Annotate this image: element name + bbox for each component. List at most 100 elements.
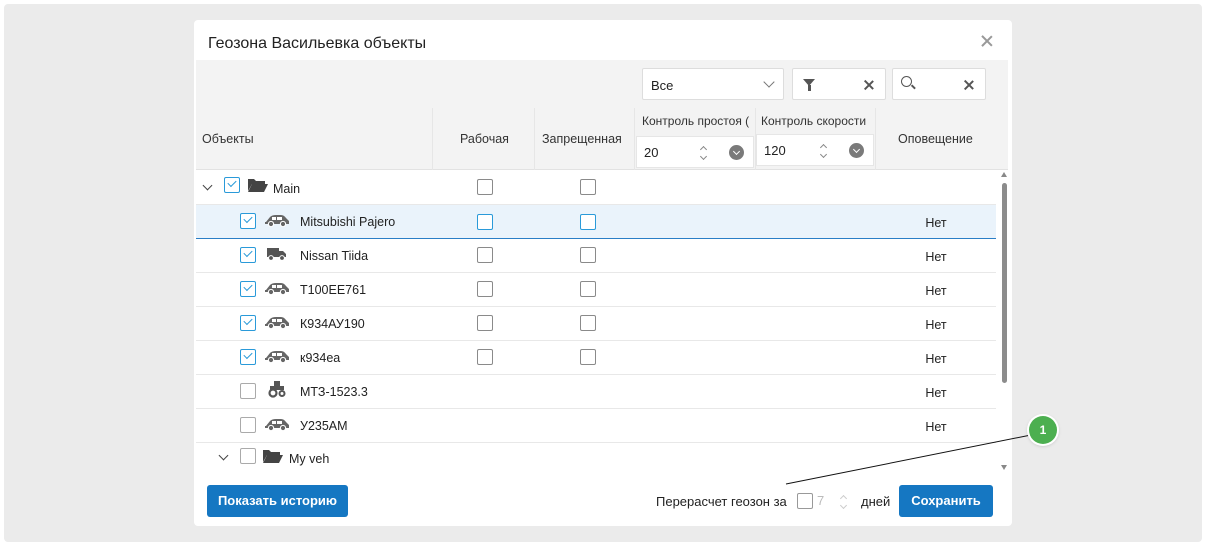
row-name: My veh — [289, 452, 330, 466]
filter-field[interactable] — [792, 68, 886, 100]
table-row[interactable]: Mitsubishi Pajero Нет — [196, 205, 996, 239]
row-name: МТЗ-1523.3 — [300, 385, 368, 399]
row-checkbox[interactable] — [240, 213, 256, 229]
work-checkbox[interactable] — [477, 281, 493, 297]
spin-down-icon[interactable] — [839, 501, 848, 510]
col-notification-header[interactable]: Оповещение — [898, 132, 973, 146]
column-divider — [432, 108, 433, 170]
idle-control-input[interactable]: 20 — [636, 136, 754, 168]
spin-down-icon[interactable] — [699, 152, 708, 161]
car-icon — [265, 283, 289, 296]
notification-value: Нет — [925, 420, 947, 434]
speed-control-value: 120 — [764, 143, 786, 158]
column-divider — [534, 108, 535, 170]
filter-bar: Все — [196, 60, 1008, 108]
col-speed-control-header: Контроль скорости — [761, 114, 867, 128]
car-icon — [265, 215, 289, 228]
row-checkbox[interactable] — [240, 349, 256, 365]
work-checkbox[interactable] — [477, 349, 493, 365]
spin-down-icon[interactable] — [819, 150, 828, 159]
row-checkbox[interactable] — [240, 383, 256, 399]
table-row[interactable]: У235АМ Нет — [196, 409, 996, 443]
table-row[interactable]: My veh — [196, 443, 996, 471]
notification-value: Нет — [925, 352, 947, 366]
dropdown-circle-icon[interactable] — [729, 145, 744, 160]
notification-value: Нет — [925, 318, 947, 332]
forbidden-checkbox[interactable] — [580, 349, 596, 365]
chevron-down-icon[interactable] — [218, 450, 229, 461]
tractor-icon — [268, 381, 286, 398]
scroll-up-icon[interactable] — [1001, 172, 1007, 177]
recalc-days-value: 7 — [817, 493, 825, 508]
col-objects-header[interactable]: Объекты — [202, 132, 254, 146]
car-icon — [265, 317, 289, 330]
search-input[interactable] — [892, 68, 986, 100]
notification-value: Нет — [925, 386, 947, 400]
row-name: К934АУ190 — [300, 317, 365, 331]
idle-control-value: 20 — [644, 145, 659, 160]
row-name: T100EE761 — [300, 283, 367, 297]
geozone-objects-dialog: Геозона Васильевка объекты Все Объекты Р… — [194, 20, 1012, 526]
close-icon[interactable] — [980, 34, 994, 48]
forbidden-checkbox[interactable] — [580, 179, 596, 195]
col-idle-control-header: Контроль простоя ( — [642, 114, 750, 128]
show-history-button[interactable]: Показать историю — [207, 485, 348, 517]
table-header: Объекты Рабочая Запрещенная Контроль про… — [196, 108, 1008, 170]
table-row[interactable]: МТЗ-1523.3 Нет — [196, 375, 996, 409]
forbidden-checkbox[interactable] — [580, 247, 596, 263]
row-checkbox[interactable] — [224, 177, 240, 193]
scroll-down-icon[interactable] — [1001, 465, 1007, 470]
recalc-label: Перерасчет геозон за — [656, 494, 787, 509]
row-checkbox[interactable] — [240, 417, 256, 433]
objects-table-body: Main Mitsubishi Pajero Нет Nissan Tiida … — [196, 171, 996, 471]
table-scrollbar[interactable] — [1000, 171, 1010, 471]
filter-icon — [803, 79, 815, 91]
dropdown-circle-icon[interactable] — [849, 143, 864, 158]
column-divider — [634, 108, 635, 170]
save-button[interactable]: Сохранить — [899, 485, 993, 517]
work-checkbox[interactable] — [477, 179, 493, 195]
dialog-title: Геозона Васильевка объекты — [208, 35, 427, 52]
column-divider — [875, 108, 876, 170]
work-checkbox[interactable] — [477, 214, 493, 230]
chevron-down-icon[interactable] — [202, 180, 213, 191]
row-checkbox[interactable] — [240, 448, 256, 464]
col-work-header[interactable]: Рабочая — [460, 132, 509, 146]
row-checkbox[interactable] — [240, 281, 256, 297]
table-row[interactable]: T100EE761 Нет — [196, 273, 996, 307]
clear-search-icon[interactable] — [964, 80, 974, 90]
row-checkbox[interactable] — [240, 315, 256, 331]
forbidden-checkbox[interactable] — [580, 214, 596, 230]
forbidden-checkbox[interactable] — [580, 315, 596, 331]
scrollbar-thumb[interactable] — [1002, 183, 1007, 383]
table-row[interactable]: к934еа Нет — [196, 341, 996, 375]
notification-value: Нет — [925, 250, 947, 264]
notification-value: Нет — [925, 216, 947, 230]
forbidden-checkbox[interactable] — [580, 281, 596, 297]
status-select[interactable]: Все — [642, 68, 784, 100]
work-checkbox[interactable] — [477, 315, 493, 331]
table-row[interactable]: К934АУ190 Нет — [196, 307, 996, 341]
row-name: У235АМ — [300, 419, 348, 433]
speed-control-input[interactable]: 120 — [756, 134, 874, 166]
truck-icon — [267, 248, 286, 261]
car-icon — [265, 351, 289, 364]
row-name: к934еа — [300, 351, 341, 365]
work-checkbox[interactable] — [477, 247, 493, 263]
row-name: Mitsubishi Pajero — [300, 215, 396, 229]
notification-value: Нет — [925, 284, 947, 298]
car-icon — [265, 419, 289, 432]
callout-badge: 1 — [1029, 416, 1057, 444]
status-select-value: Все — [651, 78, 674, 93]
col-forbidden-header[interactable]: Запрещенная — [542, 132, 622, 146]
recalc-days-input[interactable]: 7 — [811, 486, 859, 516]
folder-open-icon — [263, 450, 283, 463]
row-checkbox[interactable] — [240, 247, 256, 263]
clear-filter-icon[interactable] — [864, 80, 874, 90]
table-row[interactable]: Main — [196, 171, 996, 205]
folder-open-icon — [248, 179, 268, 192]
search-icon — [901, 76, 912, 87]
chevron-down-icon — [763, 76, 775, 88]
row-name: Nissan Tiida — [300, 249, 369, 263]
table-row[interactable]: Nissan Tiida Нет — [196, 239, 996, 273]
